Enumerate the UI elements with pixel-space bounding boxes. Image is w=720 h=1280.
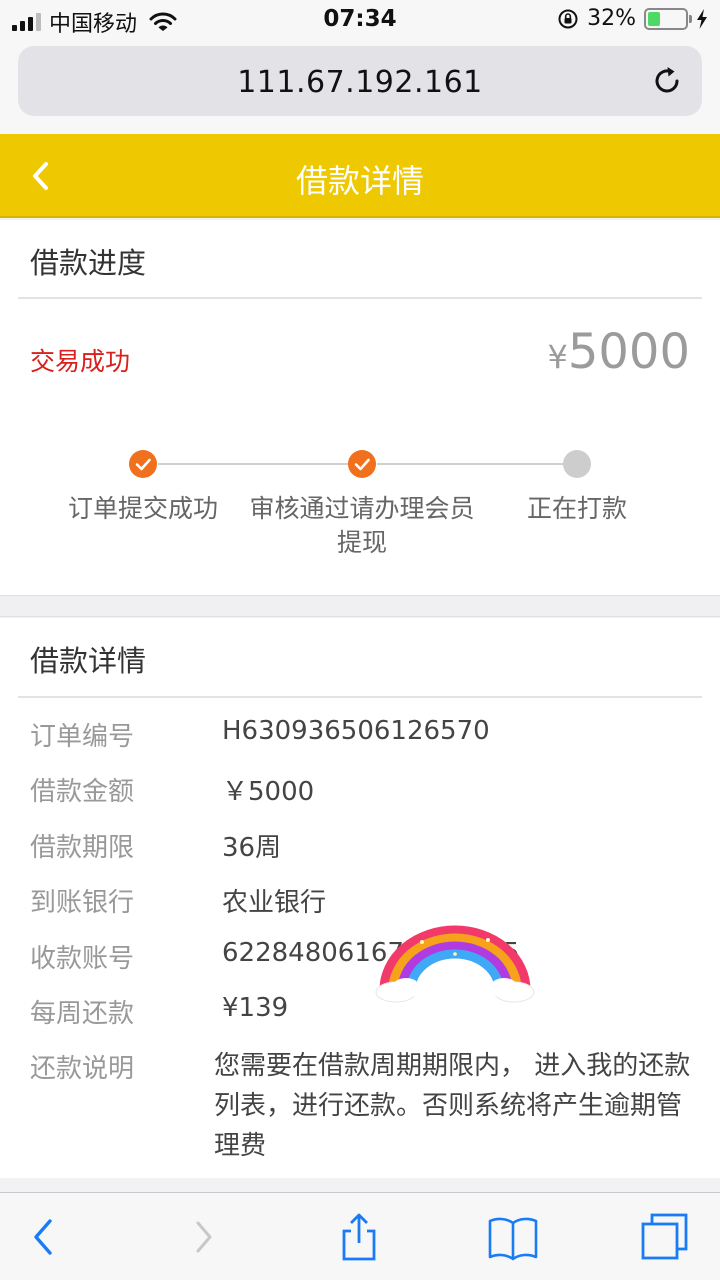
step-2-check-icon bbox=[348, 450, 376, 478]
progress-section-title: 借款进度 bbox=[30, 246, 147, 280]
detail-label: 收款账号 bbox=[30, 944, 135, 974]
detail-label: 到账银行 bbox=[30, 888, 135, 918]
detail-value: ￥5000 bbox=[222, 777, 315, 807]
address-bar[interactable]: 111.67.192.161 bbox=[18, 46, 702, 116]
section-gap bbox=[0, 595, 720, 617]
loan-amount-display: ¥5000 bbox=[547, 324, 690, 380]
rotation-lock-icon bbox=[558, 9, 578, 28]
divider bbox=[18, 696, 702, 698]
status-bar: 中国移动 07:34 32% bbox=[0, 0, 720, 40]
step-connector bbox=[158, 463, 362, 465]
detail-label: 借款金额 bbox=[30, 777, 135, 807]
step-3-label: 正在打款 bbox=[526, 494, 627, 523]
detail-value: 36周 bbox=[222, 833, 282, 863]
browser-back-icon[interactable] bbox=[20, 1213, 70, 1261]
currency-symbol: ¥ bbox=[547, 338, 568, 376]
bookmarks-icon[interactable] bbox=[488, 1213, 538, 1261]
app-header: 借款详情 bbox=[0, 134, 720, 218]
step-1-check-icon bbox=[129, 450, 157, 478]
divider bbox=[18, 297, 702, 299]
battery-percent: 32% bbox=[587, 6, 636, 31]
repayment-note-text: 您需要在借款周期期限内， 进入我的还款列表，进行还款。否则系统将产生逾期管理费 bbox=[214, 1051, 691, 1161]
loan-detail-card: 借款详情 订单编号 H630936506126570 借款金额 ￥5000 借款… bbox=[0, 618, 720, 1178]
loan-progress-card: 借款进度 交易成功 ¥5000 订单提交成功 审核通过请办理会员提现 正在打款 bbox=[0, 220, 720, 595]
loan-amount-value: 5000 bbox=[567, 324, 690, 380]
reload-icon[interactable] bbox=[650, 64, 684, 98]
detail-section-title: 借款详情 bbox=[30, 644, 147, 678]
transaction-status: 交易成功 bbox=[30, 347, 131, 376]
step-3-pending-dot bbox=[563, 450, 591, 478]
browser-forward-icon[interactable] bbox=[180, 1213, 230, 1261]
share-icon[interactable] bbox=[334, 1213, 384, 1261]
step-1-label: 订单提交成功 bbox=[67, 494, 218, 523]
status-right: 32% bbox=[557, 6, 708, 31]
detail-value: ¥139 bbox=[222, 993, 289, 1023]
detail-label: 订单编号 bbox=[30, 722, 135, 752]
tabs-icon[interactable] bbox=[640, 1213, 690, 1261]
url-text[interactable]: 111.67.192.161 bbox=[18, 65, 702, 100]
step-connector bbox=[377, 463, 577, 465]
rainbow-sticker bbox=[375, 925, 535, 1003]
browser-address-area: 111.67.192.161 bbox=[0, 40, 720, 134]
detail-label: 还款说明 bbox=[30, 1054, 135, 1084]
browser-toolbar bbox=[0, 1192, 720, 1280]
progress-steps: 订单提交成功 审核通过请办理会员提现 正在打款 bbox=[0, 448, 720, 568]
page-title: 借款详情 bbox=[295, 162, 424, 200]
detail-label: 每周还款 bbox=[30, 999, 135, 1029]
step-2-label: 审核通过请办理会员提现 bbox=[249, 494, 475, 557]
charging-bolt-icon bbox=[697, 8, 707, 29]
detail-value: 农业银行 bbox=[222, 888, 327, 918]
detail-value: H630936506126570 bbox=[222, 716, 490, 746]
detail-label: 借款期限 bbox=[30, 833, 135, 863]
battery-icon bbox=[644, 7, 692, 30]
